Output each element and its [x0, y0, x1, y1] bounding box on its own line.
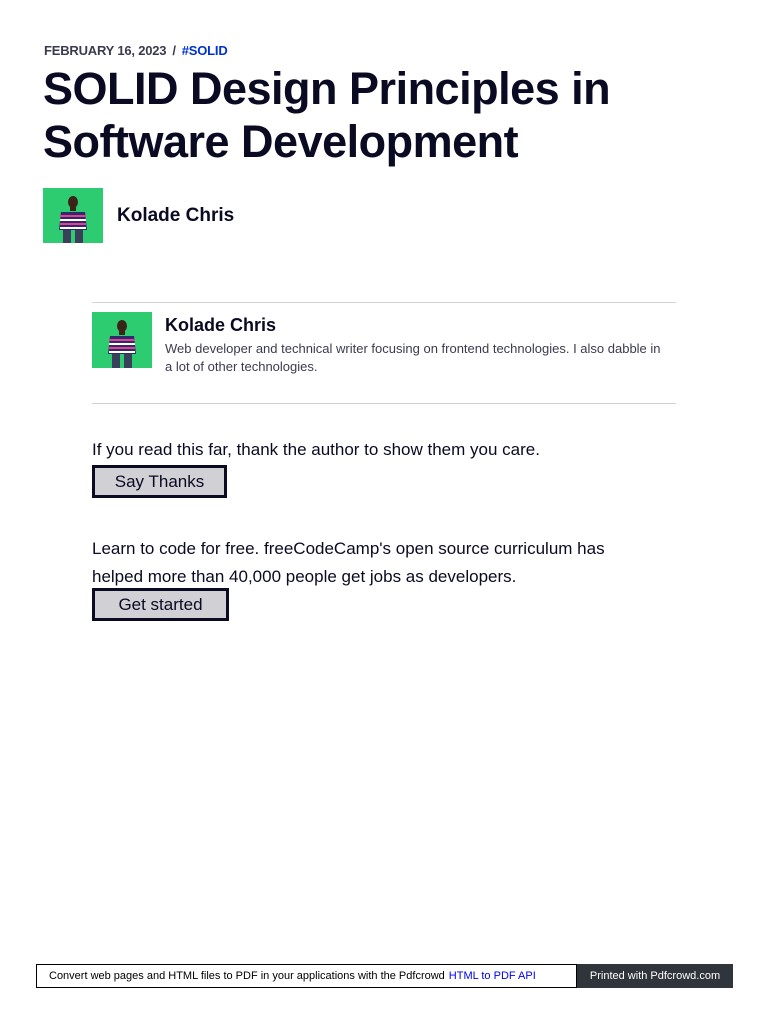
person-avatar-icon: [43, 188, 103, 243]
html-to-pdf-api-link[interactable]: HTML to PDF API: [449, 970, 536, 982]
say-thanks-button[interactable]: Say Thanks: [92, 465, 227, 498]
learn-to-code-text: Learn to code for free. freeCodeCamp's o…: [92, 539, 605, 586]
thanks-prompt: If you read this far, thank the author t…: [92, 440, 540, 459]
author-name[interactable]: Kolade Chris: [117, 205, 234, 227]
person-avatar-icon: [92, 312, 152, 368]
tag-link[interactable]: #SOLID: [182, 43, 228, 58]
bio-author-name[interactable]: Kolade Chris: [165, 315, 276, 336]
article-page: FEBRUARY 16, 2023 / #SOLID SOLID Design Pr…: [0, 0, 768, 1024]
footer-printed-with[interactable]: Printed with Pdfcrowd.com: [577, 964, 733, 988]
author-byline[interactable]: Kolade Chris: [43, 188, 234, 243]
pdfcrowd-footer: Convert web pages and HTML files to PDF …: [36, 964, 733, 988]
bio-description: Web developer and technical writer focus…: [165, 341, 661, 374]
article-meta: FEBRUARY 16, 2023 / #SOLID: [44, 43, 228, 58]
meta-separator: /: [172, 43, 176, 58]
author-bio-card: Kolade Chris Web developer and technical…: [92, 302, 676, 404]
bio-avatar[interactable]: [92, 312, 152, 368]
article-title: SOLID Design Principles in Software Deve…: [43, 63, 611, 167]
footer-convert-notice: Convert web pages and HTML files to PDF …: [36, 964, 577, 988]
footer-convert-text: Convert web pages and HTML files to PDF …: [49, 970, 445, 982]
publish-date: FEBRUARY 16, 2023: [44, 43, 167, 58]
author-avatar[interactable]: [43, 188, 103, 243]
get-started-button[interactable]: Get started: [92, 588, 229, 621]
